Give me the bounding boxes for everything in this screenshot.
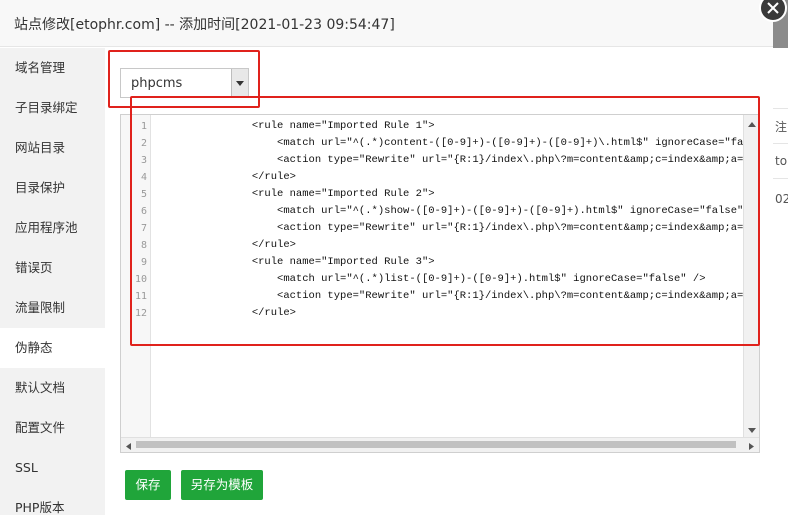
table-divider [773, 143, 788, 144]
sidebar-item-domain[interactable]: 域名管理 [0, 48, 105, 88]
scroll-right-icon[interactable] [744, 438, 758, 451]
horizontal-scroll-thumb[interactable] [136, 441, 736, 448]
background-text: to [775, 154, 788, 168]
site-edit-dialog: 站点修改[etophr.com] -- 添加时间[2021-01-23 09:5… [0, 0, 773, 515]
sidebar-item-config-file[interactable]: 配置文件 [0, 408, 105, 448]
sidebar-item-rewrite[interactable]: 伪静态 [0, 328, 105, 368]
background-text: 02 [775, 192, 788, 206]
save-as-template-button[interactable]: 另存为模板 [181, 470, 263, 500]
dialog-titlebar: 站点修改[etophr.com] -- 添加时间[2021-01-23 09:5… [0, 0, 773, 47]
sidebar-item-ssl[interactable]: SSL [0, 448, 105, 488]
sidebar-item-php-version[interactable]: PHP版本 [0, 488, 105, 515]
table-divider [773, 178, 788, 179]
background-text: 注 [775, 120, 788, 134]
sidebar-item-dir-protection[interactable]: 目录保护 [0, 168, 105, 208]
table-divider [773, 108, 788, 109]
close-button[interactable] [759, 0, 787, 22]
settings-sidebar: 域名管理 子目录绑定 网站目录 目录保护 应用程序池 错误页 流量限制 伪静态 … [0, 48, 105, 515]
horizontal-scrollbar[interactable] [121, 437, 759, 452]
dialog-title: 站点修改[etophr.com] -- 添加时间[2021-01-23 09:5… [14, 17, 395, 33]
scroll-left-icon[interactable] [122, 438, 136, 451]
background-page-strip: 注 to 02 [773, 48, 788, 515]
scroll-down-icon[interactable] [745, 422, 759, 435]
sidebar-item-error-page[interactable]: 错误页 [0, 248, 105, 288]
sidebar-item-app-pool[interactable]: 应用程序池 [0, 208, 105, 248]
save-button[interactable]: 保存 [125, 470, 171, 500]
sidebar-item-default-doc[interactable]: 默认文档 [0, 368, 105, 408]
sidebar-item-site-directory[interactable]: 网站目录 [0, 128, 105, 168]
highlight-box-editor [130, 96, 760, 346]
sidebar-item-traffic-limit[interactable]: 流量限制 [0, 288, 105, 328]
sidebar-item-subdir-binding[interactable]: 子目录绑定 [0, 88, 105, 128]
close-icon [767, 2, 779, 14]
